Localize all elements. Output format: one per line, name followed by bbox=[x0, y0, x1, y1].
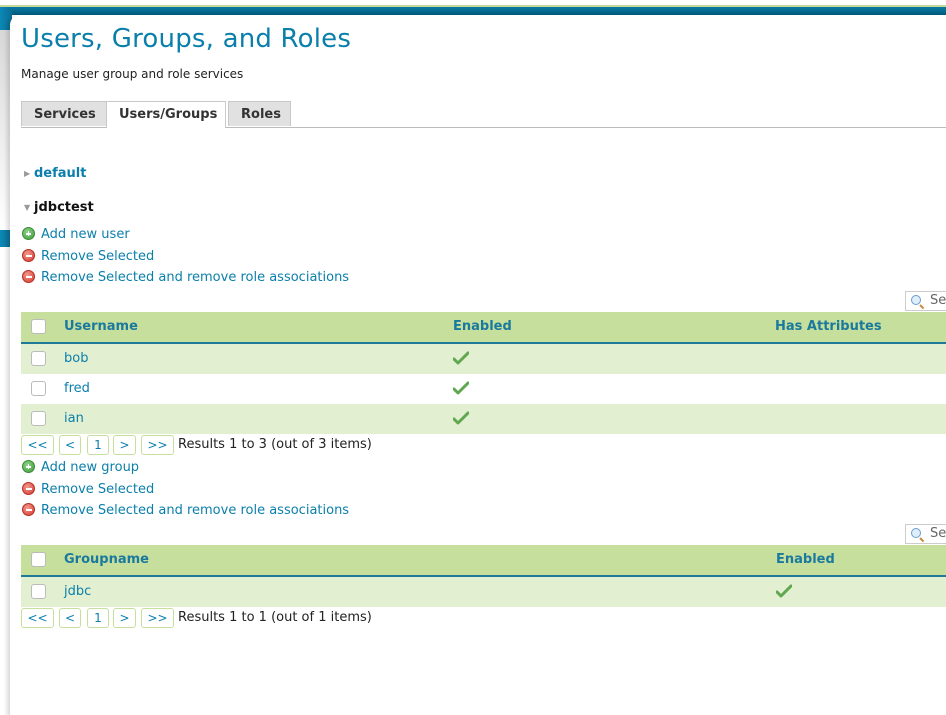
users-table-header: Username Enabled Has Attributes bbox=[21, 312, 946, 344]
first-page-button[interactable]: << bbox=[21, 435, 54, 455]
results-summary: Results 1 to 3 (out of 3 items) bbox=[178, 437, 372, 452]
last-page-button[interactable]: >> bbox=[141, 435, 174, 455]
service-node-default[interactable]: ▶ default bbox=[24, 166, 86, 181]
minus-circle-icon bbox=[22, 482, 35, 495]
table-row: jdbc bbox=[21, 577, 946, 607]
users-search-input[interactable]: Search bbox=[905, 291, 946, 311]
triangle-right-icon: ▶ bbox=[24, 169, 31, 178]
tab-users-groups[interactable]: Users/Groups bbox=[106, 101, 226, 128]
remove-selected-groups-link[interactable]: Remove Selected bbox=[22, 482, 154, 498]
column-header-enabled[interactable]: Enabled bbox=[776, 545, 835, 575]
page-1-button[interactable]: 1 bbox=[87, 608, 109, 628]
tab-roles[interactable]: Roles bbox=[228, 101, 291, 126]
checkmark-icon bbox=[453, 351, 469, 365]
column-header-has-attributes[interactable]: Has Attributes bbox=[775, 312, 882, 342]
results-summary: Results 1 to 1 (out of 1 items) bbox=[178, 610, 372, 625]
first-page-button[interactable]: << bbox=[21, 608, 54, 628]
minus-circle-icon bbox=[22, 503, 35, 516]
page-title: Users, Groups, and Roles bbox=[21, 24, 352, 54]
search-icon bbox=[911, 295, 921, 305]
plus-circle-icon bbox=[22, 227, 35, 240]
minus-circle-icon bbox=[22, 270, 35, 283]
remove-selected-users-link[interactable]: Remove Selected bbox=[22, 249, 154, 265]
groups-table: Groupname Enabled jdbc bbox=[21, 545, 946, 607]
select-all-groups-checkbox[interactable] bbox=[31, 552, 46, 567]
users-table: Username Enabled Has Attributes bob fred… bbox=[21, 312, 946, 434]
row-checkbox[interactable] bbox=[31, 411, 46, 426]
next-page-button[interactable]: > bbox=[113, 608, 136, 628]
column-header-groupname[interactable]: Groupname bbox=[64, 545, 149, 575]
triangle-down-icon: ▼ bbox=[24, 203, 31, 212]
page-1-button[interactable]: 1 bbox=[87, 435, 109, 455]
table-row: bob bbox=[21, 344, 946, 374]
username-link[interactable]: fred bbox=[64, 374, 90, 404]
row-checkbox[interactable] bbox=[31, 584, 46, 599]
username-link[interactable]: bob bbox=[64, 344, 88, 374]
remove-groups-and-roles-link[interactable]: Remove Selected and remove role associat… bbox=[22, 503, 349, 519]
page-subtitle: Manage user group and role services bbox=[21, 67, 244, 81]
row-checkbox[interactable] bbox=[31, 351, 46, 366]
search-icon bbox=[911, 528, 921, 538]
last-page-button[interactable]: >> bbox=[141, 608, 174, 628]
checkmark-icon bbox=[453, 411, 469, 425]
header-band bbox=[0, 7, 946, 15]
prev-page-button[interactable]: < bbox=[59, 435, 81, 455]
minus-circle-icon bbox=[22, 249, 35, 262]
groups-search-input[interactable]: Search bbox=[905, 524, 946, 544]
column-header-username[interactable]: Username bbox=[64, 312, 138, 342]
add-new-user-link[interactable]: Add new user bbox=[22, 227, 130, 243]
plus-circle-icon bbox=[22, 460, 35, 473]
groupname-link[interactable]: jdbc bbox=[64, 577, 91, 607]
service-node-jdbctest[interactable]: ▼ jdbctest bbox=[24, 200, 94, 215]
table-row: fred bbox=[21, 374, 946, 404]
row-checkbox[interactable] bbox=[31, 381, 46, 396]
column-header-enabled[interactable]: Enabled bbox=[453, 312, 512, 342]
username-link[interactable]: ian bbox=[64, 404, 84, 434]
checkmark-icon bbox=[453, 381, 469, 395]
tab-services[interactable]: Services bbox=[21, 101, 107, 126]
groups-table-header: Groupname Enabled bbox=[21, 545, 946, 577]
add-new-group-link[interactable]: Add new group bbox=[22, 460, 139, 476]
checkmark-icon bbox=[776, 584, 792, 598]
tab-bar: Services Users/Groups Roles bbox=[21, 101, 946, 128]
select-all-users-checkbox[interactable] bbox=[31, 319, 46, 334]
table-row: ian bbox=[21, 404, 946, 434]
next-page-button[interactable]: > bbox=[113, 435, 136, 455]
prev-page-button[interactable]: < bbox=[59, 608, 81, 628]
remove-users-and-roles-link[interactable]: Remove Selected and remove role associat… bbox=[22, 270, 349, 286]
